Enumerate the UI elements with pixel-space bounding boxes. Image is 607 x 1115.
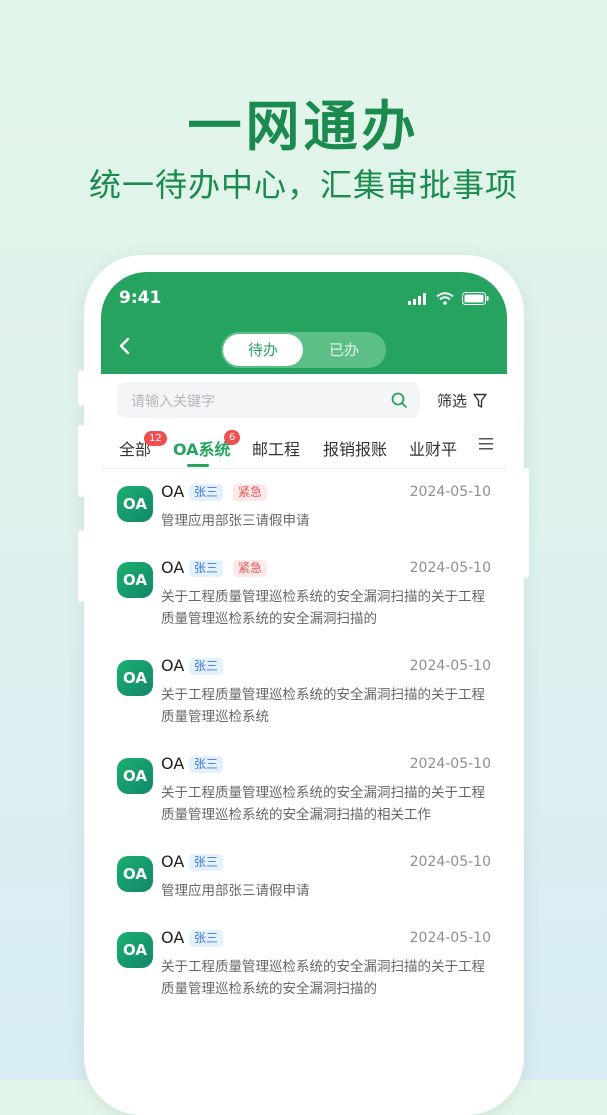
status-time: 9:41 <box>119 288 162 308</box>
segment-pending[interactable]: 待办 <box>223 334 303 366</box>
menu-icon[interactable] <box>479 438 493 450</box>
tab-oa-label: OA系统 <box>173 440 231 459</box>
segment-done[interactable]: 已办 <box>304 334 384 366</box>
tab-finance-platform[interactable]: 业财平 <box>409 436 457 460</box>
item-system: OA <box>161 558 185 577</box>
item-user-tag: 张三 <box>189 658 224 675</box>
filter-label: 筛选 <box>437 392 468 410</box>
item-description: 关于工程质量管理巡检系统的安全漏洞扫描的关于工程质量管理巡检系统的安全漏洞扫描的 <box>161 959 485 997</box>
search-icon[interactable] <box>390 391 408 409</box>
item-date: 2024-05-10 <box>409 756 491 772</box>
active-tab-indicator <box>187 464 209 467</box>
tab-oa-badge: 6 <box>224 430 241 445</box>
item-date: 2024-05-10 <box>409 484 491 500</box>
item-date: 2024-05-10 <box>409 930 491 946</box>
status-segment-control: 待办 已办 <box>221 332 386 368</box>
signal-icon <box>408 292 426 305</box>
oa-app-icon: OA <box>117 932 153 968</box>
tab-reimbursement[interactable]: 报销报账 <box>323 436 387 460</box>
item-urgent-tag: 紧急 <box>233 560 268 577</box>
hero-subtitle: 统一待办中心，汇集审批事项 <box>88 166 518 204</box>
item-date: 2024-05-10 <box>409 560 491 576</box>
item-system: OA <box>161 852 185 871</box>
item-system: OA <box>161 482 185 501</box>
item-description: 管理应用部张三请假申请 <box>161 513 310 529</box>
item-urgent-tag: 紧急 <box>233 484 268 501</box>
tabs-divider <box>101 468 507 469</box>
phone-screen: 9:41 待办 已办 请输入关键字 筛选 全部 12 OA系统 6 邮工程 报销… <box>101 272 507 1092</box>
category-tabs: 全部 12 OA系统 6 邮工程 报销报账 业财平 <box>101 428 507 468</box>
funnel-icon <box>473 393 487 408</box>
phone-power-button <box>523 468 529 578</box>
item-description: 关于工程质量管理巡检系统的安全漏洞扫描的关于工程质量管理巡检系统 <box>161 687 485 725</box>
tab-post-engineering[interactable]: 邮工程 <box>252 436 300 460</box>
item-user-tag: 张三 <box>189 854 224 871</box>
item-user-tag: 张三 <box>189 484 224 501</box>
item-description: 关于工程质量管理巡检系统的安全漏洞扫描的关于工程质量管理巡检系统的安全漏洞扫描的… <box>161 785 485 823</box>
oa-app-icon: OA <box>117 660 153 696</box>
tab-all-badge: 12 <box>144 431 167 446</box>
item-user-tag: 张三 <box>189 930 224 947</box>
item-system: OA <box>161 754 185 773</box>
item-date: 2024-05-10 <box>409 658 491 674</box>
phone-volume-up-button <box>78 425 84 497</box>
item-system: OA <box>161 656 185 675</box>
search-input[interactable]: 请输入关键字 <box>131 391 215 411</box>
app-header: 9:41 待办 已办 <box>101 272 507 374</box>
item-description: 管理应用部张三请假申请 <box>161 883 310 899</box>
phone-mute-button <box>78 370 84 406</box>
oa-app-icon: OA <box>117 562 153 598</box>
oa-app-icon: OA <box>117 758 153 794</box>
phone-volume-down-button <box>78 530 84 602</box>
oa-app-icon: OA <box>117 856 153 892</box>
item-user-tag: 张三 <box>189 756 224 773</box>
status-icons <box>408 292 489 305</box>
item-system: OA <box>161 928 185 947</box>
oa-app-icon: OA <box>117 486 153 522</box>
battery-icon <box>462 292 489 305</box>
item-user-tag: 张三 <box>189 560 224 577</box>
item-description: 关于工程质量管理巡检系统的安全漏洞扫描的关于工程质量管理巡检系统的安全漏洞扫描的 <box>161 589 485 627</box>
search-box[interactable]: 请输入关键字 <box>117 382 420 418</box>
tab-oa-system[interactable]: OA系统 <box>173 436 231 460</box>
filter-button[interactable]: 筛选 <box>437 390 487 411</box>
hero-title: 一网通办 <box>187 95 420 158</box>
item-date: 2024-05-10 <box>409 854 491 870</box>
back-arrow-icon[interactable] <box>115 336 135 356</box>
wifi-icon <box>436 292 454 305</box>
